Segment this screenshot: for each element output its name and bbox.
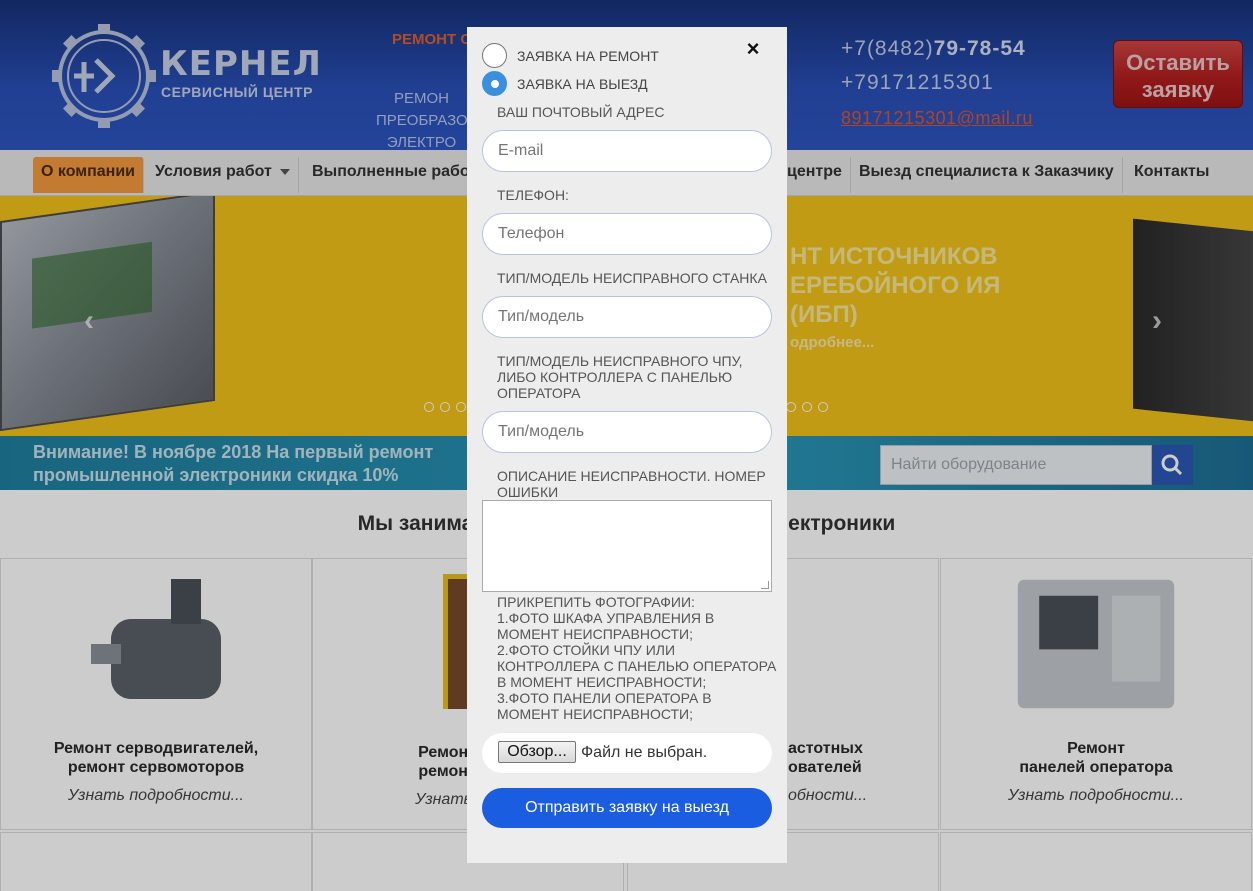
photos-label-line: 3.ФОТО ПАНЕЛИ ОПЕРАТОРА В МОМЕНТ НЕИСПРА… [497, 690, 712, 722]
email-label: ВАШ ПОЧТОВЫЙ АДРЕС [497, 104, 665, 120]
fault-description-textarea[interactable] [482, 500, 772, 592]
radio-visit-label: ЗАЯВКА НА ВЫЕЗД [517, 76, 648, 92]
radio-repair-circle[interactable] [482, 43, 507, 68]
browse-button[interactable]: Обзор... [498, 741, 576, 763]
radio-visit-circle[interactable] [482, 71, 507, 96]
photos-label-line: ПРИКРЕПИТЬ ФОТОГРАФИИ: [497, 594, 695, 610]
resize-handle-icon[interactable] [761, 581, 769, 589]
submit-visit-request-button[interactable]: Отправить заявку на выезд [482, 788, 772, 828]
cnc-model-field[interactable] [482, 411, 772, 453]
machine-model-label: ТИП/МОДЕЛЬ НЕИСПРАВНОГО СТАНКА [497, 270, 767, 286]
file-upload: Обзор... Файл не выбран. [482, 733, 772, 773]
email-field[interactable] [482, 130, 772, 172]
machine-model-field[interactable] [482, 296, 772, 338]
phone-field[interactable] [482, 213, 772, 255]
radio-repair-label: ЗАЯВКА НА РЕМОНТ [517, 48, 659, 64]
cnc-model-label: ТИП/МОДЕЛЬ НЕИСПРАВНОГО ЧПУ, ЛИБО КОНТРО… [497, 353, 743, 401]
phone-label: ТЕЛЕФОН: [497, 187, 569, 203]
photos-label-line: 1.ФОТО ШКАФА УПРАВЛЕНИЯ В МОМЕНТ НЕИСПРА… [497, 610, 715, 642]
close-icon[interactable]: × [743, 37, 763, 61]
photos-label: ПРИКРЕПИТЬ ФОТОГРАФИИ: 1.ФОТО ШКАФА УПРА… [497, 594, 777, 722]
photos-label-line: 2.ФОТО СТОЙКИ ЧПУ ИЛИ КОНТРОЛЛЕРА С ПАНЕ… [497, 642, 777, 690]
file-status: Файл не выбран. [581, 744, 708, 761]
fault-description-label: ОПИСАНИЕ НЕИСПРАВНОСТИ. НОМЕР ОШИБКИ [497, 468, 766, 500]
